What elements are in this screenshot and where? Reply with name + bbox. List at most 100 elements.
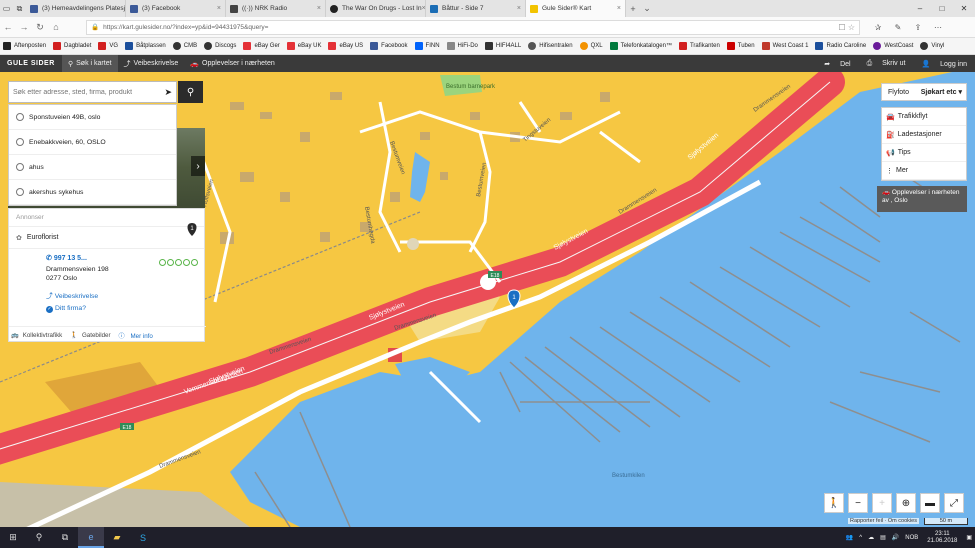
experiences-nearby-button[interactable]: 🚗 Opplevelser i nærheten av , Oslo [877, 186, 967, 212]
transit-link[interactable]: 🚌 Kollektivtrafikk [11, 331, 66, 339]
aerial-photo-button[interactable]: Flyfoto [882, 89, 915, 96]
window-menu-icon[interactable]: ▭ [0, 2, 13, 15]
skype-icon[interactable]: S [130, 527, 156, 548]
input-language[interactable]: NOB [905, 535, 918, 541]
browser-tab-1[interactable]: (3) Hemeavdelingens Platesj× [26, 0, 126, 17]
bookmark-tuben[interactable]: Tuben [726, 42, 755, 50]
street-view-link[interactable]: 🚶 Gatebilder [70, 331, 114, 339]
refresh-icon[interactable]: ↻ [32, 22, 48, 33]
people-icon[interactable]: 👥 [846, 534, 853, 541]
bookmark-ebay-uk[interactable]: eBay UK [286, 42, 321, 50]
more-menu[interactable]: ⋮ Mer [882, 162, 966, 180]
bookmark-vg[interactable]: VG [98, 42, 118, 50]
suggestion-item[interactable]: Enebakkveien, 60, OSLO [9, 130, 176, 155]
search-icon[interactable]: ⚲ [26, 527, 52, 548]
favorite-star-icon[interactable]: ☐ ☆ [838, 23, 855, 32]
bookmark-hifi-do[interactable]: HiFi-Do [446, 42, 478, 50]
bookmark-telefonkatalogen[interactable]: Telefonkatalogen™ [609, 42, 672, 50]
suggestion-item[interactable]: ahus [9, 155, 176, 180]
print-button[interactable]: ⎙ Skriv ut [859, 60, 906, 68]
browser-tab-3[interactable]: ((·)) NRK Radio × [226, 0, 326, 17]
nav-experiences[interactable]: 🚗 Opplevelser i nærheten [184, 55, 280, 72]
windows-start-icon[interactable]: ⊞ [0, 527, 26, 548]
home-icon[interactable]: ⌂ [48, 22, 64, 32]
bookmark-vinyl[interactable]: Vinyl [920, 42, 944, 50]
close-tab-icon[interactable]: × [617, 5, 621, 12]
close-tab-icon[interactable]: × [517, 5, 521, 12]
bookmark-cmb[interactable]: CMB [172, 42, 197, 50]
nav-search-map[interactable]: ⚲ Søk i kartet [62, 55, 118, 72]
network-icon[interactable]: ▤ [880, 534, 886, 541]
bookmark-west-coast-1[interactable]: West Coast 1 [761, 42, 808, 50]
new-tab-icon[interactable]: + [626, 4, 640, 14]
directions-link[interactable]: ⤴ Veibeskrivelse [46, 290, 98, 300]
weather-icon[interactable]: ☁ [868, 534, 874, 541]
bookmark-qxl[interactable]: QXL [579, 42, 603, 50]
rating-stars[interactable] [159, 259, 199, 266]
forward-icon[interactable]: → [16, 22, 32, 32]
bookmark-hifisentralen[interactable]: Hifisentralen [528, 42, 573, 50]
company-name[interactable]: ✿ Euroflorist [9, 227, 204, 249]
charging-stations-toggle[interactable]: ⛽ Ladestasjoner [882, 126, 966, 144]
bookmark-dagbladet[interactable]: Dagbladet [53, 42, 91, 50]
back-icon[interactable]: ← [0, 22, 16, 32]
bookmark-ebay-us[interactable]: eBay US [328, 42, 363, 50]
edge-browser-icon[interactable]: e [78, 527, 104, 548]
locate-icon[interactable]: ⊕ [896, 493, 916, 513]
browser-tab-2[interactable]: (3) Facebook × [126, 0, 226, 17]
zoom-out-icon[interactable]: − [848, 493, 868, 513]
locate-me-icon[interactable]: ➤ [164, 87, 172, 98]
claim-company-link[interactable]: ✓ Ditt firma? [46, 305, 86, 313]
next-photo-button[interactable]: › [191, 156, 205, 176]
nav-directions[interactable]: ⤴ Veibeskrivelse [118, 55, 185, 72]
chevron-up-icon[interactable]: ^ [859, 535, 862, 541]
url-input[interactable]: 🔒 https://kart.gulesider.no/?index=yp&id… [86, 19, 860, 35]
file-explorer-icon[interactable]: ▰ [104, 527, 130, 548]
volume-icon[interactable]: 🔊 [892, 534, 899, 541]
bookmark-ebay-ger[interactable]: eBay Ger [243, 42, 280, 50]
street-view-icon[interactable]: 🚶 [824, 493, 844, 513]
fullscreen-icon[interactable]: ⤢ [944, 493, 964, 513]
notifications-icon[interactable]: ▣ [966, 534, 972, 541]
browser-tab-5[interactable]: Båttur - Side 7 × [426, 0, 526, 17]
close-window-icon[interactable]: ✕ [953, 4, 975, 13]
more-icon[interactable]: ⋯ [928, 23, 948, 32]
bookmark-finn[interactable]: FINN [414, 42, 440, 50]
bookmark-aftenposten[interactable]: Aftenposten [3, 42, 46, 50]
suggestion-item[interactable]: akershus sykehus [9, 180, 176, 205]
search-input[interactable] [13, 88, 151, 96]
system-clock[interactable]: 23:11 21.06.2018 [927, 531, 957, 545]
favorites-icon[interactable]: ✰ [868, 23, 888, 32]
browser-tab-6[interactable]: Gule Sider® Kart × [526, 0, 626, 17]
bookmark-radio-caroline[interactable]: Radio Caroline [815, 42, 866, 50]
browser-tab-4[interactable]: The War On Drugs - Lost In × [326, 0, 426, 17]
bookmark-westcoast[interactable]: WestCoast [873, 42, 913, 50]
bookmark-discogs[interactable]: Discogs [204, 42, 236, 50]
traffic-flow-toggle[interactable]: 🚘 Trafikkflyt [882, 108, 966, 126]
map-type-dropdown[interactable]: Sjøkart etc ▾ [917, 88, 966, 96]
tab-preview-icon[interactable]: ⧉ [13, 2, 26, 15]
close-tab-icon[interactable]: × [317, 5, 321, 12]
task-view-icon[interactable]: ⧉ [52, 527, 78, 548]
phone-link[interactable]: ✆ 997 13 5... [46, 254, 87, 262]
close-tab-icon[interactable]: × [217, 5, 221, 12]
notes-icon[interactable]: ✎ [888, 23, 908, 32]
search-button[interactable]: ⚲ [178, 81, 203, 103]
zoom-in-icon[interactable]: + [872, 493, 892, 513]
tab-list-icon[interactable]: ⌄ [640, 3, 654, 14]
share-icon[interactable]: ⇪ [908, 23, 928, 32]
bookmark-facebook[interactable]: Facebook [370, 42, 408, 50]
bookmark-trafikanten[interactable]: Trafikanten [678, 42, 720, 50]
more-info-link[interactable]: ⓘ Mer info [119, 331, 157, 340]
bookmark-batplassen[interactable]: Båtplassen [125, 42, 166, 50]
ruler-icon[interactable]: ▬ [920, 493, 940, 513]
maximize-icon[interactable]: □ [931, 4, 953, 13]
suggestion-item[interactable]: Sponstuveien 49B, oslo [9, 105, 176, 130]
login-button[interactable]: 👤 Logg inn [913, 60, 967, 68]
tips-toggle[interactable]: 📢 Tips [882, 144, 966, 162]
map-attribution[interactable]: Rapporter feil · Om cookies [848, 518, 919, 524]
gulesider-logo[interactable]: GULE SIDER [0, 60, 62, 67]
bookmark-hifi4all[interactable]: HIFI4ALL [484, 42, 521, 50]
share-button[interactable]: ➦ Del [816, 60, 850, 68]
minimize-icon[interactable]: – [909, 4, 931, 13]
